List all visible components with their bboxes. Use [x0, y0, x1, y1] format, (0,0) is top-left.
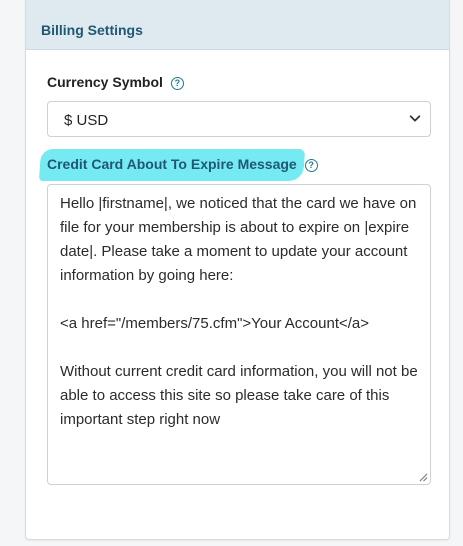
- card-title: Billing Settings: [41, 22, 143, 38]
- expire-message-label: Credit Card About To Expire Message ?: [47, 156, 318, 172]
- billing-settings-card: Billing Settings Currency Symbol ? $ USD…: [25, 0, 450, 540]
- chevron-down-icon: [409, 115, 421, 122]
- question-circle-icon[interactable]: ?: [170, 77, 184, 90]
- page: Billing Settings Currency Symbol ? $ USD…: [0, 0, 463, 546]
- card-header: Billing Settings: [26, 0, 449, 50]
- expire-message-textarea[interactable]: Hello |firstname|, we noticed that the c…: [47, 184, 431, 485]
- question-circle-icon[interactable]: ?: [304, 159, 318, 172]
- resize-grip-icon[interactable]: [419, 473, 428, 482]
- expire-message-label-text: Credit Card About To Expire Message: [47, 156, 297, 172]
- currency-symbol-label-text: Currency Symbol: [47, 74, 163, 90]
- currency-selected-value: $ USD: [64, 112, 109, 129]
- currency-symbol-label: Currency Symbol ?: [47, 74, 184, 90]
- currency-symbol-select[interactable]: $ USD: [47, 101, 431, 137]
- expire-message-text[interactable]: Hello |firstname|, we noticed that the c…: [60, 192, 420, 432]
